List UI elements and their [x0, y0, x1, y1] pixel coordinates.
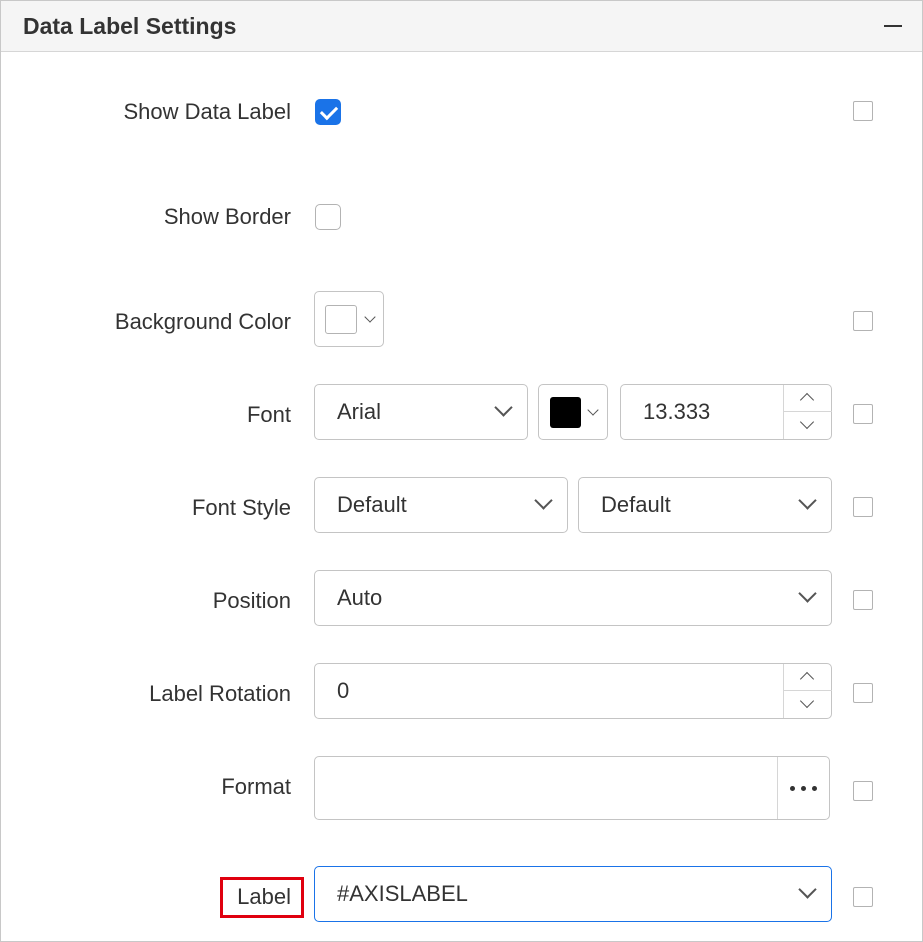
more-options-button[interactable] [777, 757, 829, 819]
minus-icon[interactable] [882, 15, 904, 37]
font-weight-dropdown[interactable]: Default [578, 477, 832, 533]
chevron-down-icon [798, 491, 817, 510]
font-style-label: Font Style [191, 495, 291, 520]
chevron-down-icon [534, 491, 553, 510]
format-input[interactable] [314, 756, 830, 820]
panel-title: Data Label Settings [23, 13, 237, 39]
label-dropdown[interactable]: #AXISLABEL [314, 866, 832, 922]
ellipsis-icon [812, 786, 817, 791]
font-size-numeric[interactable]: 13.333 [620, 384, 832, 440]
increment-icon[interactable] [784, 385, 832, 412]
font-family-dropdown[interactable]: Arial [314, 384, 528, 440]
format-side-checkbox[interactable] [853, 781, 873, 801]
font-style-side-checkbox[interactable] [853, 497, 873, 517]
chevron-down-icon [587, 404, 599, 416]
show-data-label-side-checkbox[interactable] [853, 101, 873, 121]
font-color-picker[interactable] [538, 384, 608, 440]
label-side-checkbox[interactable] [853, 887, 873, 907]
highlight-rectangle [220, 877, 304, 918]
position-value: Auto [337, 585, 383, 610]
chevron-down-icon [494, 398, 513, 417]
ellipsis-icon [801, 786, 806, 791]
label-rotation-side-checkbox[interactable] [853, 683, 873, 703]
font-family-value: Arial [337, 399, 382, 424]
label-value: #AXISLABEL [337, 881, 468, 906]
font-style-dropdown[interactable]: Default [314, 477, 568, 533]
font-label: Font [246, 402, 291, 427]
data-label-settings-panel: Data Label Settings Show Data Label Show… [0, 0, 923, 942]
decrement-icon[interactable] [784, 691, 832, 718]
format-label: Format [221, 774, 291, 799]
show-border-checkbox[interactable] [315, 204, 341, 230]
panel-header[interactable]: Data Label Settings [1, 1, 922, 52]
background-color-swatch [325, 305, 357, 334]
position-dropdown[interactable]: Auto [314, 570, 832, 626]
background-color-side-checkbox[interactable] [853, 311, 873, 331]
label-rotation-label: Label Rotation [149, 681, 291, 706]
label-rotation-numeric[interactable]: 0 [314, 663, 832, 719]
ellipsis-icon [790, 786, 795, 791]
decrement-icon[interactable] [784, 412, 832, 439]
show-data-label-checkbox[interactable] [315, 99, 341, 125]
font-style-value: Default [337, 492, 407, 517]
chevron-down-icon [798, 880, 817, 899]
label-rotation-value: 0 [337, 678, 350, 703]
chevron-down-icon [364, 311, 376, 323]
show-data-label-label: Show Data Label [123, 99, 291, 124]
font-size-spinner [783, 385, 832, 439]
position-label: Position [212, 588, 291, 613]
position-side-checkbox[interactable] [853, 590, 873, 610]
label-rotation-spinner [783, 664, 832, 718]
show-border-label: Show Border [163, 204, 291, 229]
background-color-label: Background Color [114, 309, 291, 334]
increment-icon[interactable] [784, 664, 832, 691]
font-side-checkbox[interactable] [853, 404, 873, 424]
background-color-picker[interactable] [314, 291, 384, 347]
font-color-swatch [550, 397, 581, 428]
font-size-value: 13.333 [643, 399, 711, 424]
chevron-down-icon [798, 584, 817, 603]
font-weight-value: Default [601, 492, 671, 517]
